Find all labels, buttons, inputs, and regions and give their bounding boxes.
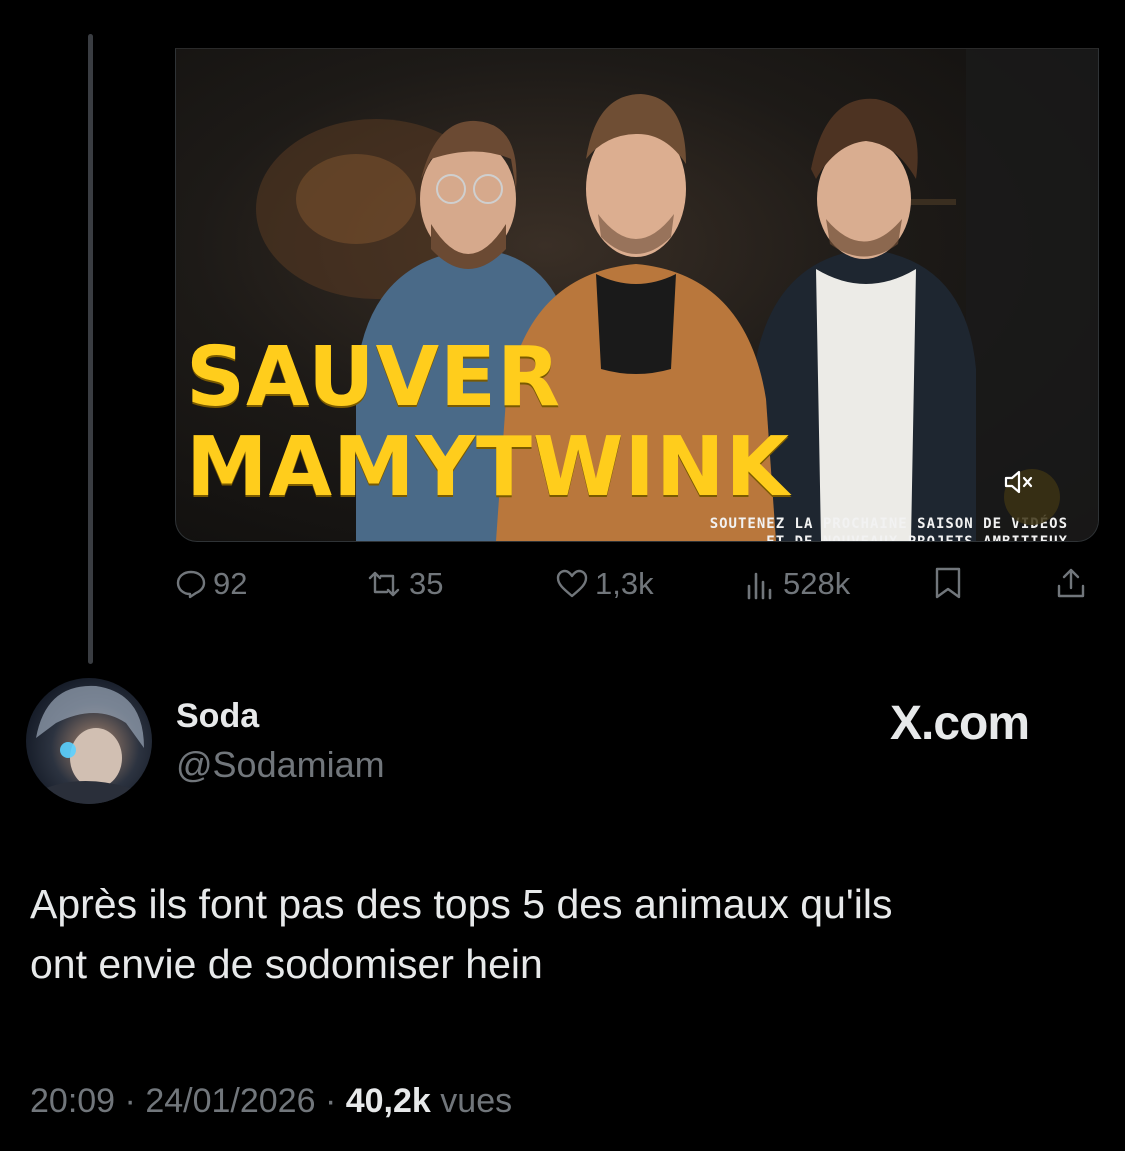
speaker-muted-icon bbox=[1004, 470, 1033, 494]
tweet-meta: 20:09 · 24/01/2026 · 40,2k vues bbox=[30, 1082, 512, 1121]
reply-button[interactable]: 92 bbox=[175, 566, 247, 602]
bookmark-button[interactable] bbox=[933, 566, 963, 600]
tweet-action-bar: 92 35 1,3k 528k bbox=[175, 566, 1097, 614]
x-logo-text: X.com bbox=[890, 697, 1030, 750]
analytics-icon bbox=[747, 572, 772, 600]
tweet-views-label: vues bbox=[440, 1082, 513, 1120]
like-count: 1,3k bbox=[595, 566, 654, 601]
meta-separator: · bbox=[324, 1082, 346, 1120]
mute-button[interactable] bbox=[1004, 469, 1060, 525]
meta-separator: · bbox=[124, 1082, 146, 1120]
tweet-text-line-2: ont envie de sodomiser hein bbox=[30, 941, 543, 987]
thread-connector-line bbox=[88, 34, 93, 664]
bookmark-icon bbox=[935, 567, 961, 599]
share-icon bbox=[1057, 568, 1085, 598]
reply-count: 92 bbox=[213, 566, 248, 601]
embedded-video[interactable]: SAUVER MAMYTWINK SOUTENEZ LA PROCHAINE S… bbox=[175, 48, 1099, 542]
like-button[interactable]: 1,3k bbox=[555, 566, 654, 602]
view-count: 528k bbox=[783, 566, 851, 601]
reply-icon bbox=[176, 570, 206, 599]
tweet-time[interactable]: 20:09 bbox=[30, 1082, 115, 1120]
video-title-line-2: MAMYTWINK bbox=[186, 420, 791, 515]
avatar-image bbox=[36, 685, 144, 804]
repost-button[interactable]: 35 bbox=[365, 566, 443, 602]
repost-count: 35 bbox=[409, 566, 444, 601]
repost-icon bbox=[368, 571, 400, 597]
views-button[interactable]: 528k bbox=[745, 566, 850, 602]
tweet-text: Après ils font pas des tops 5 des animau… bbox=[30, 874, 1090, 994]
video-title-line-1: SAUVER bbox=[186, 330, 562, 425]
heart-icon bbox=[556, 569, 588, 598]
author-handle[interactable]: @Sodamiam bbox=[176, 744, 385, 786]
tweet-date[interactable]: 24/01/2026 bbox=[145, 1082, 315, 1120]
avatar[interactable] bbox=[26, 678, 152, 804]
video-caption-line-2: ET DE NOUVEAUX PROJETS AMBITIEUX bbox=[766, 534, 1068, 541]
author-name[interactable]: Soda bbox=[176, 697, 259, 736]
tweet-views-count: 40,2k bbox=[345, 1082, 431, 1120]
share-button[interactable] bbox=[1055, 566, 1087, 600]
tweet-text-line-1: Après ils font pas des tops 5 des animau… bbox=[30, 881, 893, 927]
